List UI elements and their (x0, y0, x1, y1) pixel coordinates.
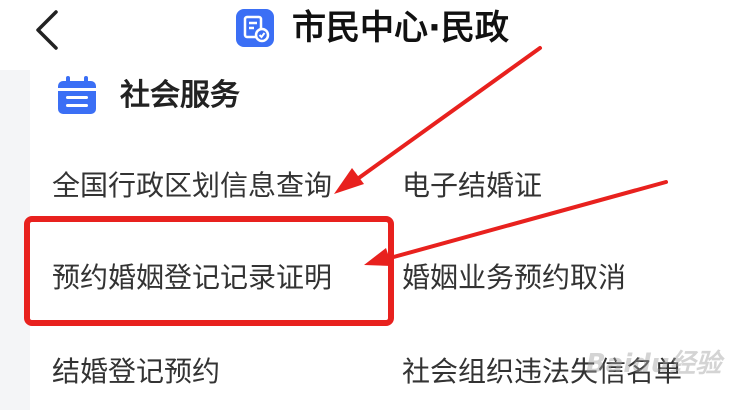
annotation-arrow-1 (354, 46, 542, 182)
annotation-arrow-2 (388, 180, 668, 260)
annotation-arrowhead-1 (334, 168, 364, 194)
annotation-arrowhead-2 (364, 248, 392, 266)
watermark-logo: Baidu经验 (586, 349, 722, 379)
